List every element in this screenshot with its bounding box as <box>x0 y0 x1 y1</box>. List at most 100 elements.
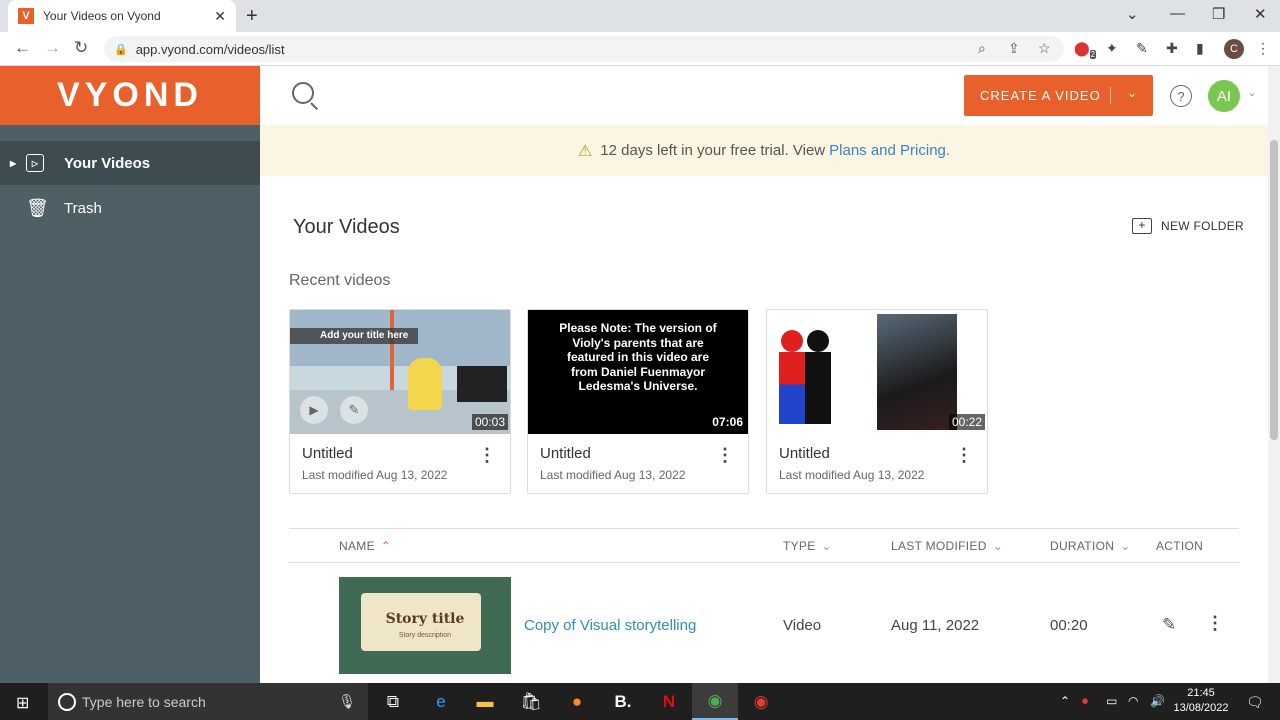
new-folder-label: NEW FOLDER <box>1161 219 1245 233</box>
wifi-icon[interactable]: ◠ <box>1128 694 1138 708</box>
recent-video-card[interactable]: Add your title here ▶ ✎ 00:03 Untitled L… <box>289 309 511 494</box>
video-thumbnail[interactable]: Please Note: The version of Violy's pare… <box>528 310 748 434</box>
play-icon[interactable]: ▶ <box>300 396 328 424</box>
thumbnail-monitor <box>457 366 507 402</box>
store-icon[interactable]: 🛍 <box>508 683 554 720</box>
user-avatar[interactable]: AI <box>1208 80 1240 112</box>
recent-video-card[interactable]: 00:22 Untitled Last modified Aug 13, 202… <box>766 309 988 494</box>
windows-taskbar: ⊞ Type here to search 🎙 ⧉ e ▬ 🛍 ● B. N ◉… <box>0 683 1280 720</box>
plans-pricing-link[interactable]: Plans and Pricing. <box>829 142 950 159</box>
bookmark-star-icon[interactable]: ☆ <box>1038 40 1051 57</box>
firefox-icon[interactable]: ● <box>554 683 600 720</box>
create-video-button[interactable]: CREATE A VIDEO ⌄ <box>964 75 1153 116</box>
file-explorer-icon[interactable]: ▬ <box>462 683 508 720</box>
video-type: Video <box>783 617 822 634</box>
character-figure <box>408 358 442 410</box>
warning-icon: ⚠ <box>577 142 593 160</box>
side-panel-icon[interactable]: ▮ <box>1196 40 1204 57</box>
chevron-down-icon[interactable]: ⌄ <box>1127 86 1138 100</box>
chrome-menu-icon[interactable]: ⋮ <box>1256 40 1270 57</box>
tab-search-chevron-icon[interactable]: ⌄ <box>1126 5 1139 23</box>
edit-pencil-icon[interactable]: ✎ <box>340 396 368 424</box>
battery-icon[interactable]: ▭ <box>1106 694 1117 708</box>
video-thumbnail[interactable]: Add your title here ▶ ✎ 00:03 <box>290 310 510 434</box>
table-row[interactable]: Story title Story description Copy of Vi… <box>289 571 1239 681</box>
taskbar-clock[interactable]: 21:45 13/08/2022 <box>1166 686 1236 716</box>
b-app-icon[interactable]: B. <box>600 683 646 720</box>
more-menu-icon[interactable]: ⋮ <box>1206 613 1224 634</box>
bee-extension-icon[interactable]: ✦ <box>1106 40 1118 57</box>
thumbnail-story-title: Story title <box>385 611 465 627</box>
new-folder-button[interactable]: + NEW FOLDER <box>1132 218 1244 234</box>
recent-video-card[interactable]: Please Note: The version of Violy's pare… <box>527 309 749 494</box>
windows-start-icon[interactable]: ⊞ <box>16 693 29 713</box>
sidebar-item-your-videos[interactable]: ▶ ▷ Your Videos <box>0 141 260 185</box>
reload-icon[interactable]: ↻ <box>74 38 88 58</box>
notifications-icon[interactable]: 🗨 <box>1246 694 1264 711</box>
zoom-icon[interactable]: ⌕ <box>978 40 986 57</box>
task-view-icon[interactable]: ⧉ <box>370 683 416 720</box>
sort-by-name-header[interactable]: NAME ⌃ <box>339 539 391 553</box>
more-menu-icon[interactable]: ⋮ <box>955 445 973 466</box>
sort-by-last-modified-header[interactable]: LAST MODIFIED ⌄ <box>891 539 1003 553</box>
sort-by-type-header[interactable]: TYPE ⌄ <box>783 539 832 553</box>
scrollbar-thumb[interactable] <box>1270 140 1278 440</box>
video-thumbnail[interactable]: Story title Story description <box>339 577 511 674</box>
minimize-icon[interactable]: — <box>1170 5 1185 22</box>
video-file-icon: ▷ <box>26 154 44 172</box>
page-title: Your Videos <box>293 216 400 238</box>
black-character-body <box>805 352 831 424</box>
page-scrollbar[interactable] <box>1268 66 1280 683</box>
share-icon[interactable]: ⇪ <box>1008 40 1020 57</box>
back-icon[interactable]: ← <box>14 38 31 58</box>
column-label: DURATION <box>1050 539 1115 553</box>
recorder-icon[interactable]: ◉ <box>738 683 784 720</box>
column-label: NAME <box>339 539 375 553</box>
sort-by-duration-header[interactable]: DURATION ⌄ <box>1050 539 1131 553</box>
chevron-down-icon[interactable]: ⌄ <box>1248 88 1256 99</box>
more-menu-icon[interactable]: ⋮ <box>716 445 734 466</box>
taskbar-search-box[interactable]: Type here to search 🎙 <box>48 683 368 720</box>
browser-profile-avatar[interactable]: C <box>1224 39 1244 59</box>
trial-banner: ⚠ 12 days left in your free trial. View … <box>260 125 1268 176</box>
video-last-modified: Aug 11, 2022 <box>891 617 980 634</box>
app-header: CREATE A VIDEO ⌄ ? AI ⌄ <box>260 66 1268 125</box>
video-thumbnail[interactable]: 00:22 <box>767 310 987 434</box>
browser-tab[interactable]: V Your Videos on Vyond ✕ <box>8 0 236 32</box>
close-tab-icon[interactable]: ✕ <box>214 8 226 25</box>
card-last-modified: Last modified Aug 13, 2022 <box>540 468 686 482</box>
url-bar[interactable]: 🔒 app.vyond.com/videos/list <box>104 36 1064 62</box>
forward-icon[interactable]: → <box>44 38 61 58</box>
close-window-icon[interactable]: ✕ <box>1254 5 1267 23</box>
vyond-logo[interactable]: VYOND <box>0 66 260 125</box>
volume-icon[interactable]: 🔊 <box>1150 694 1165 708</box>
edit-pencil-icon[interactable]: ✎ <box>1162 615 1176 635</box>
restore-icon[interactable]: ❐ <box>1212 5 1225 23</box>
edge-icon[interactable]: e <box>418 683 464 720</box>
sidebar-item-trash[interactable]: 🗑 Trash <box>0 186 260 230</box>
video-name-link[interactable]: Copy of Visual storytelling <box>524 617 696 634</box>
show-hidden-icons-icon[interactable]: ⌃ <box>1060 694 1070 708</box>
card-title: Untitled <box>540 445 591 462</box>
address-toolbar: ← → ↻ 🔒 app.vyond.com/videos/list ⌕ ⇪ ☆ … <box>0 32 1280 66</box>
chevron-down-icon: ⌄ <box>992 539 1004 553</box>
netflix-icon[interactable]: N <box>646 683 692 720</box>
new-tab-icon[interactable]: + <box>246 5 258 28</box>
thumbnail-title-overlay: Add your title here <box>290 328 418 344</box>
help-icon[interactable]: ? <box>1170 85 1192 107</box>
taskbar-search-placeholder: Type here to search <box>82 693 206 710</box>
browser-tab-bar: V Your Videos on Vyond ✕ + ⌄ — ❐ ✕ <box>0 0 1280 32</box>
adblock-extension-icon[interactable]: ⬤2 <box>1074 40 1097 59</box>
movie-poster-image <box>877 314 957 430</box>
more-menu-icon[interactable]: ⋮ <box>478 445 496 466</box>
vyond-favicon-icon: V <box>18 8 34 24</box>
video-table-header: NAME ⌃ TYPE ⌄ LAST MODIFIED ⌄ DURATION ⌄ ACT… <box>289 528 1239 563</box>
record-tray-icon[interactable]: ⏺ <box>1082 694 1088 709</box>
search-icon[interactable] <box>292 82 314 104</box>
chrome-icon[interactable]: ◉ <box>692 683 738 720</box>
pen-extension-icon[interactable]: ✎ <box>1136 40 1148 57</box>
black-character-head <box>807 330 829 352</box>
action-header: ACTION <box>1156 539 1204 553</box>
extensions-puzzle-icon[interactable]: ✚ <box>1166 40 1178 57</box>
microphone-icon[interactable]: 🎙 <box>338 693 356 710</box>
